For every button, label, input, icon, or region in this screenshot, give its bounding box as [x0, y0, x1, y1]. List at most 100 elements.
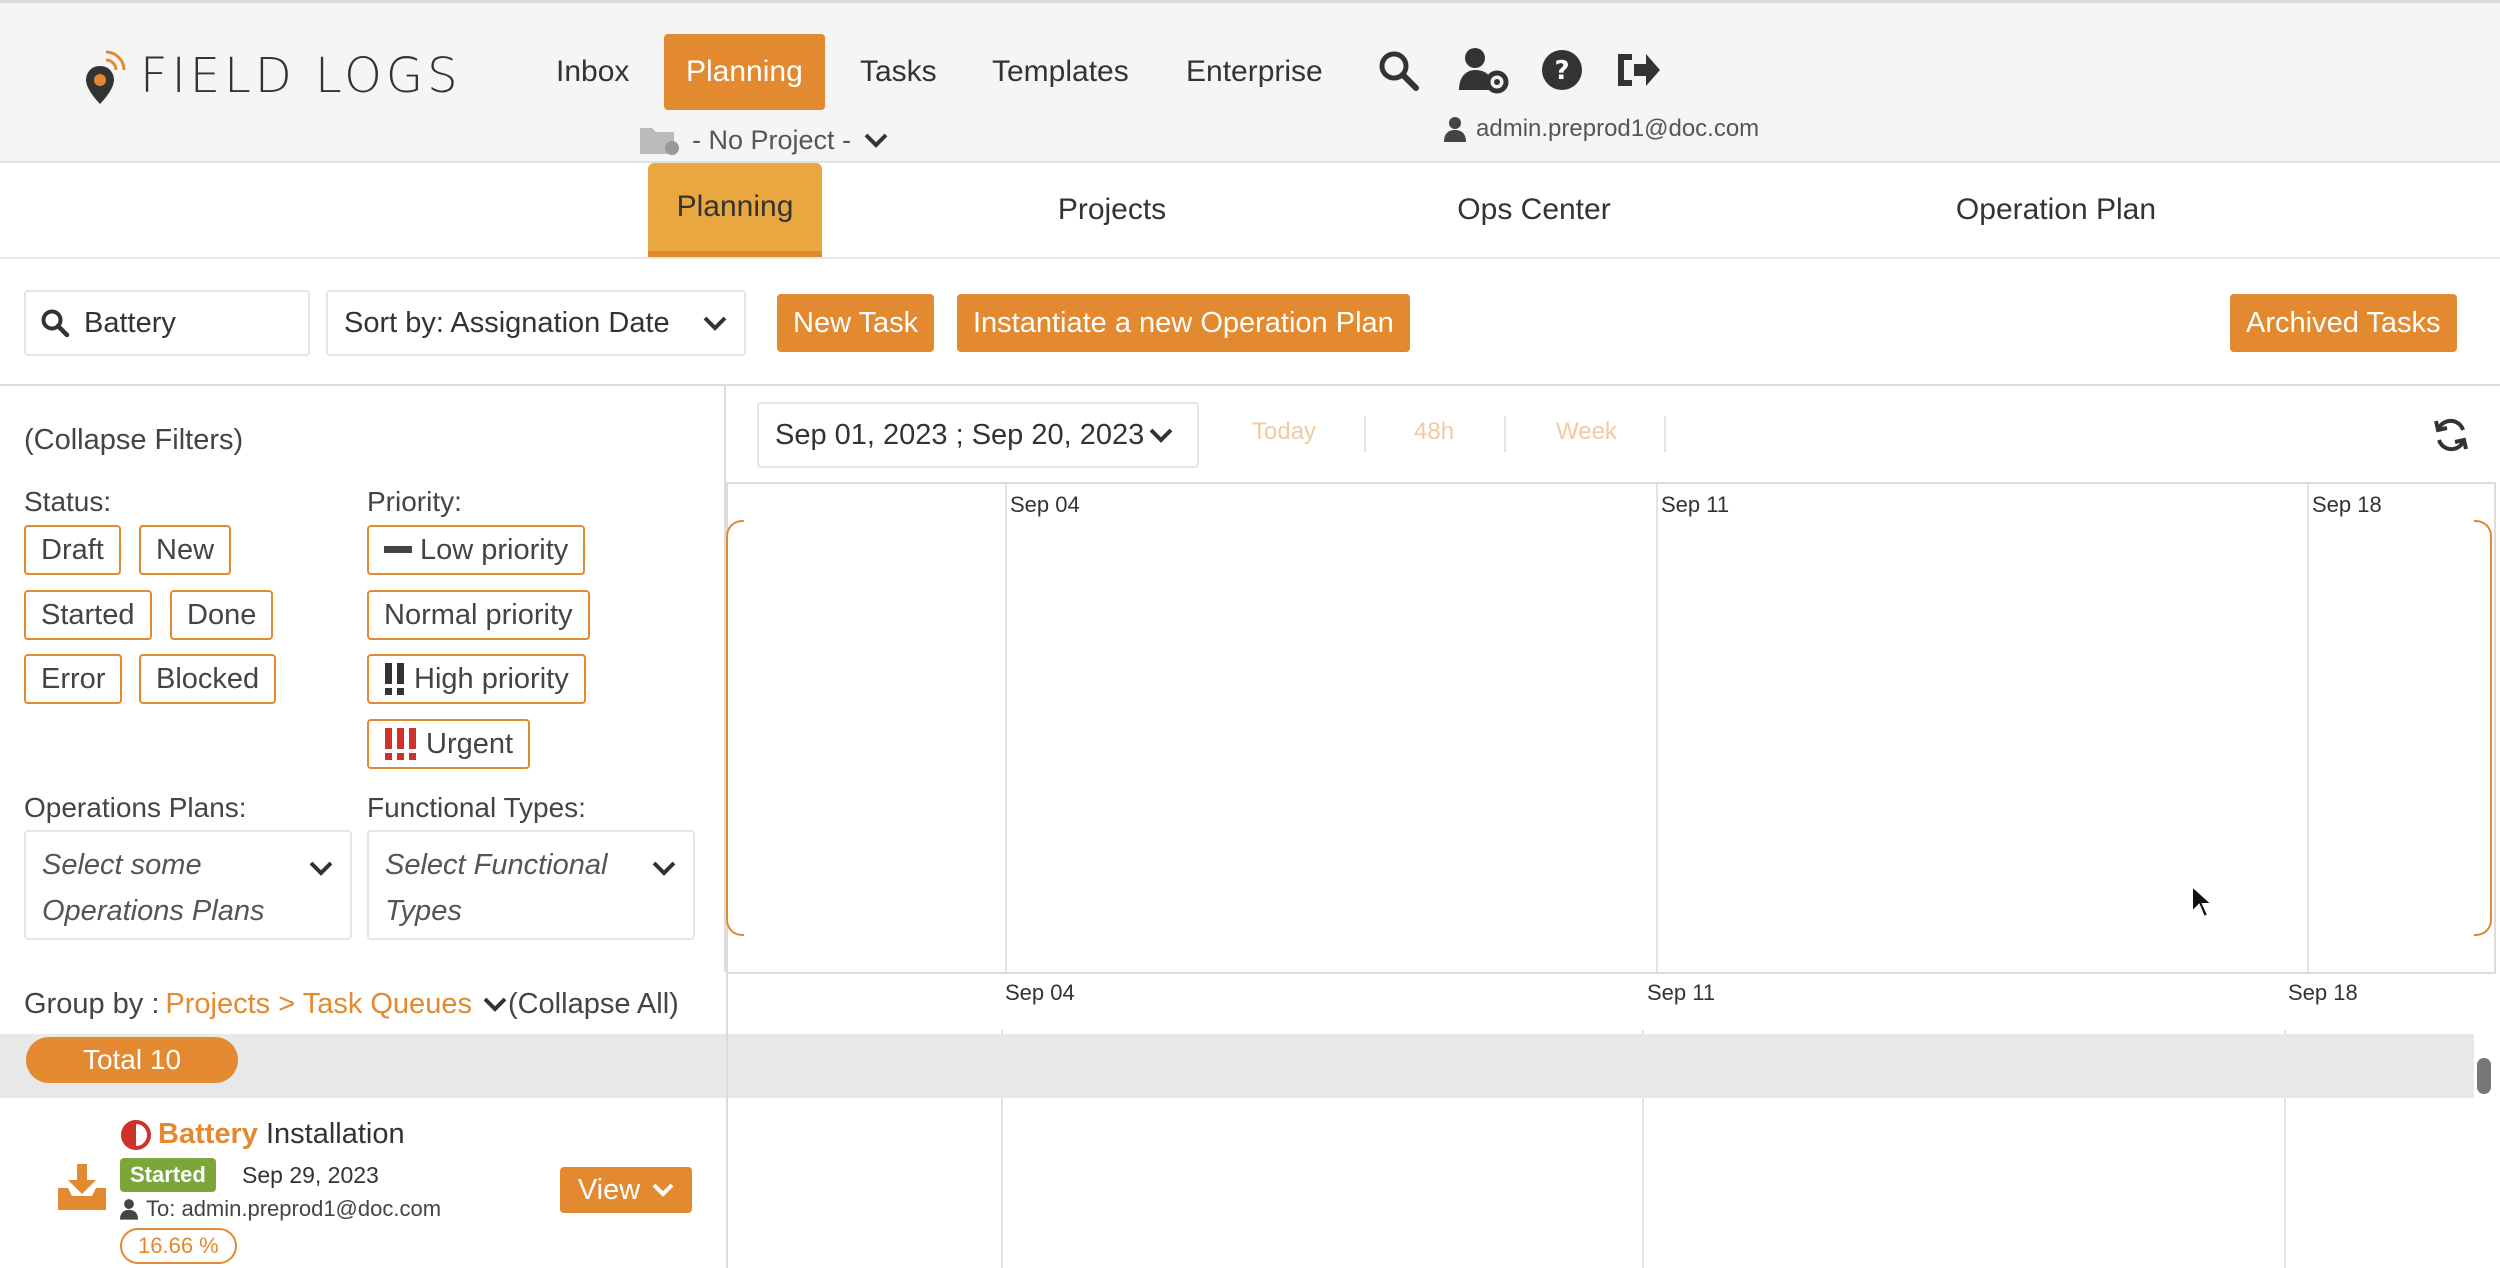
sort-select-label: Sort by: Assignation Date [344, 306, 670, 339]
project-select-label: - No Project - [692, 124, 852, 155]
half-circle-status-icon [121, 1119, 151, 1150]
gantt-date-label: Sep 04 [1005, 980, 1075, 1005]
sort-select[interactable]: Sort by: Assignation Date [326, 290, 746, 356]
brand-logo[interactable]: FIELD LOGS [84, 44, 462, 108]
chevron-down-icon [1149, 428, 1173, 443]
quick-48h-button[interactable]: 48h [1414, 418, 1454, 446]
functional-types-label: Functional Types: [367, 792, 586, 823]
tab-operation-plan[interactable]: Operation Plan [1936, 163, 2176, 257]
priority-chip-high-label: High priority [414, 663, 569, 695]
inbox-download-icon [56, 1160, 108, 1217]
status-chip-draft[interactable]: Draft [24, 525, 121, 575]
range-handle-right[interactable] [2474, 520, 2492, 936]
chevron-down-icon [652, 1183, 674, 1197]
refresh-icon[interactable] [2432, 416, 2470, 459]
priority-chip-high[interactable]: High priority [367, 654, 586, 704]
operations-plans-select[interactable]: Select some Operations Plans [24, 830, 352, 940]
collapse-filters-link[interactable]: (Collapse Filters) [24, 424, 243, 457]
range-handle-left[interactable] [726, 520, 744, 936]
nav-planning[interactable]: Planning [664, 34, 825, 110]
gridline [1656, 484, 1658, 972]
gantt-date-label: Sep 18 [2288, 980, 2358, 1005]
triple-exclamation-icon [385, 728, 416, 760]
group-by-select[interactable]: Projects > Task Queues [165, 988, 472, 1021]
quick-today-button[interactable]: Today [1252, 418, 1316, 446]
search-input[interactable] [84, 306, 284, 340]
scrollbar-thumb[interactable] [2477, 1058, 2491, 1094]
nav-enterprise[interactable]: Enterprise [1164, 34, 1345, 110]
user-icon [120, 1199, 138, 1220]
user-icon [1444, 117, 1466, 142]
functional-types-placeholder: Select Functional Types [385, 849, 608, 927]
divider [1504, 416, 1506, 452]
sub-navigation: Planning Projects Ops Center Operation P… [0, 163, 2500, 259]
task-search[interactable] [24, 290, 310, 356]
priority-filter-label: Priority: [367, 486, 462, 517]
status-chip-blocked[interactable]: Blocked [139, 654, 277, 704]
chevron-down-icon [703, 316, 727, 331]
task-date: Sep 29, 2023 [242, 1162, 379, 1188]
date-range-picker[interactable]: Sep 01, 2023 ; Sep 20, 2023 [757, 402, 1199, 468]
status-chip-done[interactable]: Done [170, 590, 274, 640]
timeline-date-label: Sep 04 [1010, 492, 1080, 517]
functional-types-select[interactable]: Select Functional Types [367, 830, 695, 940]
tab-ops-center[interactable]: Ops Center [1434, 163, 1634, 257]
logout-icon[interactable] [1608, 40, 1668, 100]
total-count-badge: Total 10 [26, 1037, 238, 1083]
task-progress-badge: 16.66 % [120, 1228, 237, 1264]
task-title-highlight: Battery [158, 1118, 258, 1150]
tab-projects[interactable]: Projects [1010, 163, 1214, 257]
status-badge: Started [120, 1158, 216, 1192]
nav-tasks[interactable]: Tasks [838, 34, 959, 110]
divider [1364, 416, 1366, 452]
task-assignee-email: To: admin.preprod1@doc.com [146, 1196, 442, 1221]
nav-templates[interactable]: Templates [970, 34, 1151, 110]
task-assignee: To: admin.preprod1@doc.com [120, 1196, 441, 1222]
status-chip-new[interactable]: New [139, 525, 232, 575]
operations-plans-placeholder: Select some Operations Plans [42, 849, 265, 927]
priority-chip-low-label: Low priority [420, 534, 569, 566]
priority-chip-urgent[interactable]: Urgent [367, 719, 531, 769]
status-chip-error[interactable]: Error [24, 654, 123, 704]
user-email: admin.preprod1@doc.com [1476, 115, 1760, 142]
status-chip-started[interactable]: Started [24, 590, 152, 640]
view-task-button[interactable]: View [560, 1167, 692, 1213]
gridline [2307, 484, 2309, 972]
operations-plans-label: Operations Plans: [24, 792, 247, 823]
instantiate-operation-plan-button[interactable]: Instantiate a new Operation Plan [957, 294, 1410, 352]
collapse-all-link[interactable]: (Collapse All) [508, 988, 679, 1021]
status-filter-label: Status: [24, 486, 112, 517]
tab-planning[interactable]: Planning [648, 163, 822, 257]
user-settings-icon[interactable] [1454, 40, 1514, 100]
chevron-down-icon [652, 861, 676, 876]
group-by-bar: Group by : Projects > Task Queues (Colla… [24, 984, 679, 1024]
group-by-label: Group by : [24, 987, 160, 1020]
help-icon[interactable]: ? [1532, 40, 1592, 100]
chevron-down-icon [864, 133, 888, 148]
priority-chip-low[interactable]: Low priority [367, 525, 586, 575]
nav-inbox[interactable]: Inbox [534, 34, 651, 110]
priority-chip-normal[interactable]: Normal priority [367, 590, 590, 640]
project-select[interactable]: - No Project - [638, 120, 889, 160]
brand-name: FIELD LOGS [140, 48, 462, 104]
gridline [1005, 484, 1007, 972]
mouse-cursor-icon [2190, 883, 2216, 925]
chevron-down-icon[interactable] [482, 994, 508, 1014]
svg-text:?: ? [1554, 56, 1569, 86]
task-title-rest: Installation [257, 1118, 405, 1150]
folder-settings-icon [640, 128, 679, 155]
quick-week-button[interactable]: Week [1556, 418, 1617, 446]
group-row-total[interactable] [0, 1034, 2474, 1098]
double-exclamation-icon [385, 663, 404, 695]
search-icon[interactable] [1368, 40, 1428, 100]
gantt-date-label: Sep 11 [1647, 980, 1716, 1005]
timeline-overview[interactable] [726, 482, 2496, 974]
divider [1664, 416, 1666, 452]
chevron-down-icon [309, 861, 333, 876]
archived-tasks-button[interactable]: Archived Tasks [2230, 294, 2457, 352]
task-title[interactable]: Battery Installation [120, 1118, 405, 1151]
new-task-button[interactable]: New Task [777, 294, 935, 352]
search-icon [41, 309, 70, 338]
timeline-date-label: Sep 11 [1661, 492, 1730, 517]
divider [726, 974, 728, 1268]
